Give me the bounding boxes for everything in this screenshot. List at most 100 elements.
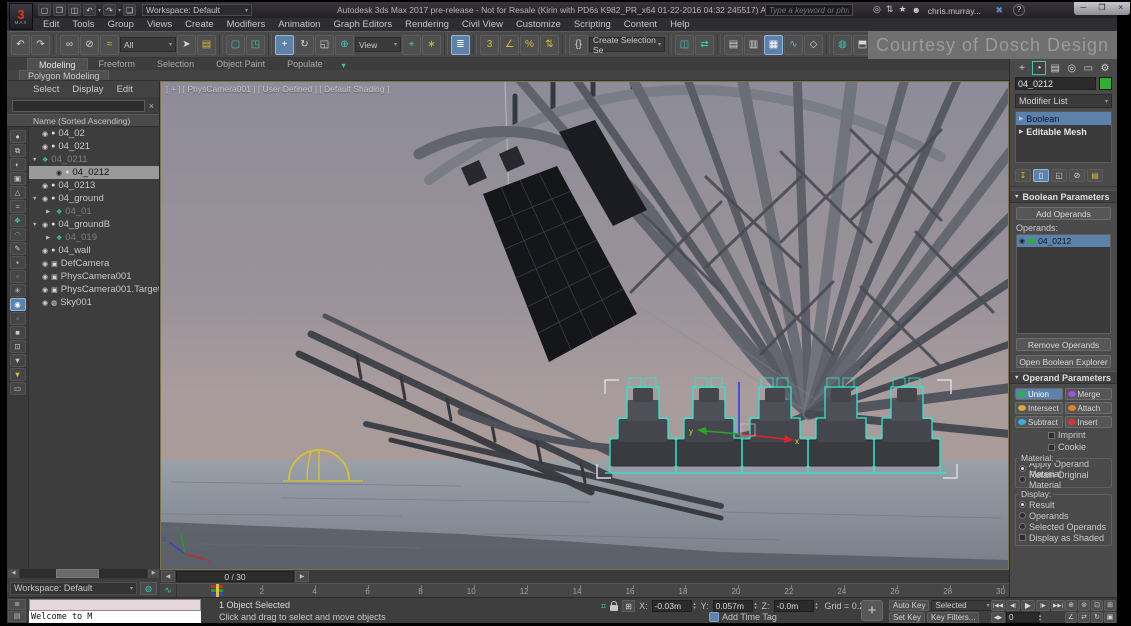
maximize-viewport-icon[interactable]: ▣ [1104,612,1116,623]
menu-graph-editors[interactable]: Graph Editors [333,19,392,30]
display-materials-icon[interactable]: ▪ [10,256,26,269]
next-frame-button[interactable]: |▶ [1036,600,1050,611]
menu-edit[interactable]: Edit [43,19,59,30]
zoom-extents-all-icon[interactable]: ⊞ [1104,600,1116,611]
list-item[interactable]: ◉●04_02 [29,127,159,140]
operand-item-selected[interactable]: ◉ 04_0212 [1017,235,1110,247]
collapse-icon[interactable]: ▶ [46,209,53,215]
filter-combinations-icon[interactable]: ▼ [10,354,26,367]
create-tab-icon[interactable]: + [1015,61,1029,75]
menu-group[interactable]: Group [108,19,134,30]
remove-operands-button[interactable]: Remove Operands [1016,338,1111,351]
select-place-icon[interactable]: ⊕ [335,35,354,55]
select-rotate-icon[interactable]: ↻ [295,35,314,55]
folder-icon[interactable]: ▭ [10,382,26,395]
stack-item-editable-mesh[interactable]: ▶ Editable Mesh [1016,125,1111,138]
menu-content[interactable]: Content [624,19,657,30]
search-input[interactable] [765,4,853,16]
maxscript-listener-icon[interactable]: ≣ [8,599,26,610]
menu-modifiers[interactable]: Modifiers [227,19,266,30]
ribbon-tab-object-paint[interactable]: Object Paint [205,58,276,70]
make-unique-icon[interactable]: ◱ [1051,169,1067,182]
rectangular-region-icon[interactable]: ▢ [226,35,245,55]
stack-item-boolean[interactable]: ▶ Boolean [1016,112,1111,125]
percent-snap-icon[interactable]: % [520,35,539,55]
eye-icon[interactable]: ◉ [1019,237,1025,245]
expand-icon[interactable]: ▼ [32,196,39,202]
display-helpers-icon[interactable]: △ [10,186,26,199]
exchange-icon[interactable]: ⇅ [886,4,894,15]
play-button[interactable]: ▶ [1021,600,1035,611]
menu-scripting[interactable]: Scripting [574,19,611,30]
save-file-icon[interactable]: ◫ [68,4,81,16]
display-hidden-icon[interactable]: ◉ [10,298,26,311]
merge-button[interactable]: Merge [1065,388,1113,400]
set-key-button[interactable]: Set Key [889,612,925,623]
open-boolean-explorer-button[interactable]: Open Boolean Explorer [1016,355,1111,368]
display-plugins-icon[interactable]: ✳ [10,284,26,297]
absolute-mode-icon[interactable]: ⊞ [622,600,635,612]
key-filters-button[interactable]: Key Filters... [927,612,979,623]
y-coordinate-field[interactable] [713,600,753,612]
user-account[interactable]: chris.murray... [928,6,981,16]
operand-parameters-rollout[interactable]: ▼ Operand Parameters [1010,371,1117,384]
display-as-shaded-checkbox[interactable] [1019,534,1026,541]
pan-icon[interactable]: ⇄ [1078,612,1090,623]
undo-dropdown-icon[interactable]: ▾ [98,7,101,14]
x-spinner[interactable]: ▲▼ [693,602,697,610]
display-groups-icon[interactable]: ❖ [10,214,26,227]
list-item[interactable]: ◉▣PhysCamera001 [29,270,159,283]
list-item[interactable]: ◉●04_wall [29,244,159,257]
explorer-menu-edit[interactable]: Edit [117,84,133,95]
window-crossing-icon[interactable]: ◳ [246,35,265,55]
viewport-canvas[interactable]: x y x y z [161,82,1009,570]
scroll-left-icon[interactable]: ◀ [8,569,19,578]
add-time-tag[interactable]: Add Time Tag [709,612,777,622]
go-to-start-button[interactable]: |◀◀ [991,600,1005,611]
eye-icon[interactable]: ◉ [42,143,48,151]
explorer-menu-display[interactable]: Display [72,84,103,95]
select-move-icon[interactable]: + [275,35,294,55]
retain-original-material-radio[interactable]: Retain Original Material [1019,474,1108,485]
selection-lock-icon[interactable] [610,605,618,611]
maxscript-editor-icon[interactable]: ▤ [8,611,26,622]
zoom-icon[interactable]: ⊕ [1065,600,1077,611]
ribbon-tab-modeling[interactable]: Modeling [27,58,88,70]
subtract-button[interactable]: Subtract [1015,416,1063,428]
named-selection-set-dropdown[interactable]: Create Selection Se▾ [589,37,665,52]
list-item[interactable]: ▶❖04_01 [29,205,159,218]
modifier-list-dropdown[interactable]: Modifier List ▾ [1015,94,1112,108]
eye-icon[interactable]: ◉ [42,299,48,307]
display-spacewarps-icon[interactable]: ≈ [10,200,26,213]
maxscript-mini-listener[interactable]: Welcome to M [29,599,201,623]
undo-tool-icon[interactable]: ↶ [11,35,30,55]
display-result-radio[interactable]: Result [1019,499,1108,510]
ribbon-config-icon[interactable]: ▾ [342,61,346,70]
display-xrefs-icon[interactable]: ▫ [10,270,26,283]
orbit-icon[interactable]: ↻ [1091,612,1103,623]
filter-active-icon[interactable]: ▼ [10,368,26,381]
collapse-icon[interactable]: ▶ [1019,116,1023,122]
list-item[interactable]: ▶❖04_019 [29,231,159,244]
list-item[interactable]: ◉●04_021 [29,140,159,153]
pivot-point-icon[interactable]: ⌖ [402,35,421,55]
collapse-icon[interactable]: ▶ [1019,129,1023,135]
ribbon-tab-populate[interactable]: Populate [276,58,334,70]
menu-create[interactable]: Create [185,19,214,30]
ribbon-tab-selection[interactable]: Selection [146,58,205,70]
redo-dropdown-icon[interactable]: ▾ [118,7,121,14]
favorites-star-icon[interactable]: ★ [898,4,906,15]
maximize-button[interactable]: ❐ [1093,2,1112,15]
zoom-all-icon[interactable]: ⊚ [1078,600,1090,611]
display-cameras-icon[interactable]: ▣ [10,172,26,185]
align-icon[interactable]: ⇄ [695,35,714,55]
imprint-checkbox-row[interactable]: Imprint [1048,430,1117,440]
menu-help[interactable]: Help [670,19,690,30]
unlink-selection-icon[interactable]: ⊘ [80,35,99,55]
bind-spacewarp-icon[interactable]: ≈ [100,35,119,55]
list-item[interactable]: ▼◉●04_groundB [29,218,159,231]
scene-explorer-toggle-icon[interactable]: ▤ [724,35,743,55]
explorer-search-input[interactable] [12,100,145,112]
attach-button[interactable]: Attach [1065,402,1113,414]
key-mode-dropdown[interactable]: Selected ▾ [931,600,993,611]
